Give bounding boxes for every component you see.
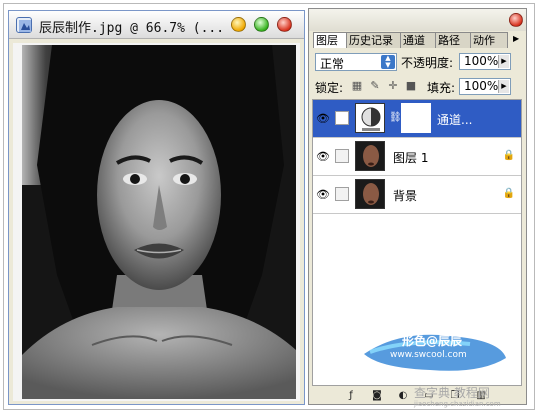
- panel-tabs: 图层 历史记录 通道 路径 动作 ▶: [313, 32, 523, 48]
- tab-label: 路径: [438, 34, 460, 47]
- close-button[interactable]: [277, 17, 292, 32]
- layer-lock-icon: 🔒: [502, 188, 515, 199]
- lock-all-icon[interactable]: ■: [405, 80, 417, 92]
- layer-link-slot[interactable]: [335, 111, 349, 125]
- tab-label: 通道: [403, 34, 425, 47]
- lock-transparency-icon[interactable]: ▦: [351, 80, 363, 92]
- layer-name: 通道...: [437, 113, 473, 127]
- tab-overflow-arrow-icon[interactable]: ▶: [513, 34, 519, 43]
- layer-link-slot[interactable]: [335, 187, 349, 201]
- minimize-button[interactable]: [231, 17, 246, 32]
- fill-field[interactable]: 100% ▶: [459, 78, 511, 95]
- tab-paths[interactable]: 路径: [435, 32, 471, 48]
- new-fill-adjustment-icon[interactable]: ◐: [397, 390, 409, 402]
- lock-label: 锁定:: [315, 81, 344, 95]
- fill-arrow-icon[interactable]: ▶: [498, 80, 509, 93]
- document-window: 辰辰制作.jpg @ 66.7% (...: [8, 10, 305, 405]
- lock-image-brush-icon[interactable]: ✎: [369, 80, 381, 92]
- tab-channels[interactable]: 通道: [400, 32, 436, 48]
- lock-position-move-icon[interactable]: ✛: [387, 80, 399, 92]
- visibility-eye-icon[interactable]: 👁: [316, 151, 330, 163]
- watermark-stamp-url: www.swcool.com: [390, 350, 467, 360]
- add-mask-icon[interactable]: ◙: [371, 390, 383, 402]
- blend-mode-value: 正常: [320, 57, 345, 71]
- layer-name: 图层 1: [393, 151, 429, 165]
- fill-value: 100%: [464, 79, 499, 93]
- watermark-stamp: 形色@辰辰 www.swcool.com: [360, 328, 510, 378]
- tab-history[interactable]: 历史记录: [346, 32, 401, 48]
- watermark-stamp-text: 形色@辰辰: [402, 334, 463, 348]
- visibility-eye-icon[interactable]: 👁: [316, 189, 330, 201]
- visibility-eye-icon[interactable]: 👁: [316, 113, 330, 125]
- fill-label: 填充:: [427, 81, 456, 95]
- tab-label: 图层: [316, 34, 338, 47]
- document-title: 辰辰制作.jpg @ 66.7% (...: [39, 21, 225, 36]
- watermark-site-url: jiaocheng.chazidian.com: [414, 400, 501, 408]
- panel-close-button[interactable]: [509, 13, 523, 27]
- maximize-button[interactable]: [254, 17, 269, 32]
- blend-opacity-row: 正常 ▲ ▼ 不透明度: 100% ▶: [309, 53, 526, 73]
- layer-row-layer-1[interactable]: 👁 图层 1 🔒: [313, 138, 521, 176]
- layer-thumbnail: [355, 141, 385, 171]
- tab-label: 动作: [473, 34, 495, 47]
- opacity-field[interactable]: 100% ▶: [459, 53, 511, 70]
- photoshop-document-icon: [16, 17, 32, 33]
- tab-label: 历史记录: [349, 34, 393, 47]
- panel-titlebar[interactable]: [309, 9, 526, 31]
- opacity-arrow-icon[interactable]: ▶: [498, 55, 509, 68]
- layer-thumbnail: [355, 179, 385, 209]
- opacity-label: 不透明度:: [401, 56, 454, 70]
- portrait-photo: [22, 45, 296, 399]
- lock-fill-row: 锁定: ▦ ✎ ✛ ■ 填充: 100% ▶: [309, 77, 526, 97]
- layer-row-background[interactable]: 👁 背景 🔒: [313, 176, 521, 214]
- mask-link-chain-icon[interactable]: ⛓: [389, 112, 402, 123]
- layer-mask-thumbnail[interactable]: [401, 103, 431, 133]
- canvas-area[interactable]: [13, 43, 300, 401]
- adjustment-layer-icon: [355, 103, 385, 133]
- tab-actions[interactable]: 动作: [470, 32, 508, 48]
- add-layer-style-icon[interactable]: ƒ: [345, 390, 357, 402]
- watermark-site-name: 查字典 教程网: [414, 386, 490, 400]
- blend-mode-select[interactable]: 正常 ▲ ▼: [315, 53, 397, 71]
- layer-name: 背景: [393, 189, 418, 203]
- opacity-value: 100%: [464, 54, 499, 68]
- layer-lock-icon: 🔒: [502, 150, 515, 161]
- layer-link-slot[interactable]: [335, 149, 349, 163]
- tab-layers[interactable]: 图层: [313, 32, 347, 48]
- layer-row-channel-mixer[interactable]: 👁 ⛓ 通道...: [313, 100, 521, 138]
- document-titlebar[interactable]: 辰辰制作.jpg @ 66.7% (...: [9, 11, 304, 39]
- select-arrows-icon: ▲ ▼: [381, 55, 395, 69]
